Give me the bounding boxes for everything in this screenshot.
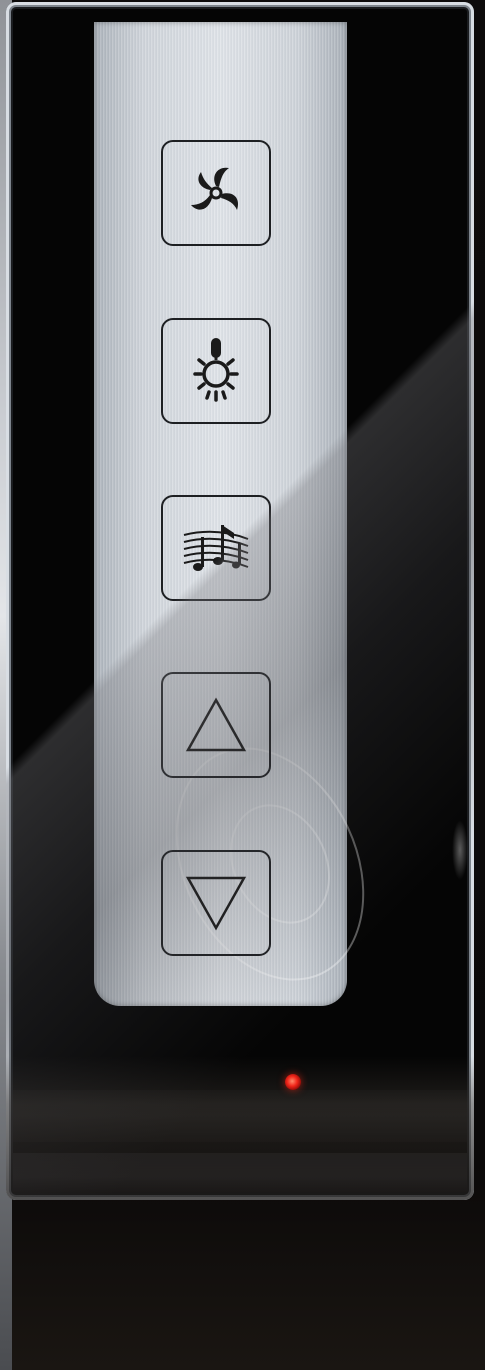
fan-button[interactable] bbox=[161, 140, 271, 246]
status-led bbox=[285, 1074, 301, 1090]
panel-bottom-band bbox=[13, 1090, 467, 1142]
keypad-strip bbox=[94, 22, 401, 1012]
panel-bottom-edge bbox=[13, 1153, 467, 1193]
music-icon bbox=[178, 515, 254, 581]
keypad-scene bbox=[0, 0, 485, 1370]
light-bulb-icon bbox=[181, 334, 251, 408]
up-arrow-icon bbox=[184, 696, 248, 754]
glass-panel bbox=[6, 2, 474, 1200]
music-button[interactable] bbox=[161, 495, 271, 601]
up-button[interactable] bbox=[161, 672, 271, 778]
edge-glare bbox=[452, 820, 468, 880]
down-button[interactable] bbox=[161, 850, 271, 956]
fan-icon bbox=[181, 158, 251, 228]
light-button[interactable] bbox=[161, 318, 271, 424]
down-arrow-icon bbox=[184, 874, 248, 932]
